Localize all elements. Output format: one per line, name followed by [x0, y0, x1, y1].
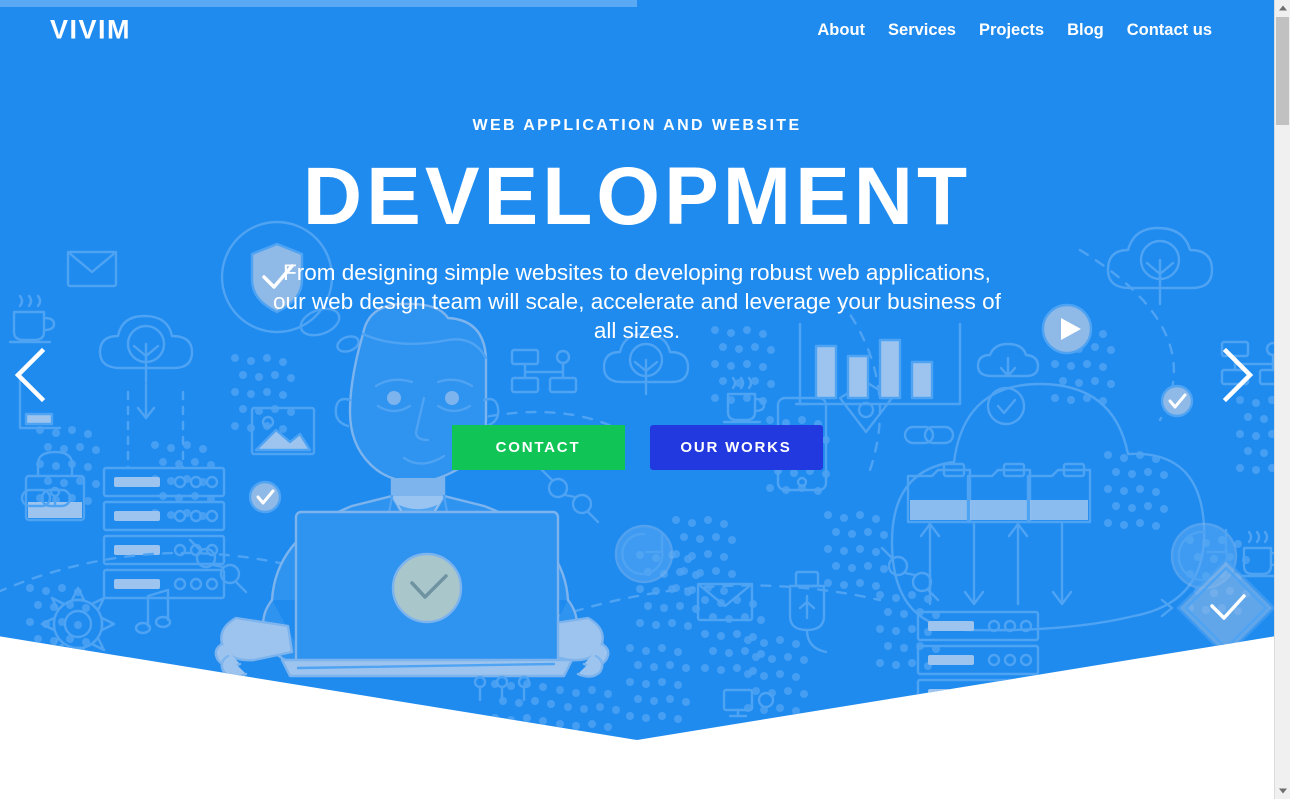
browser-page: VIVIM About Services Projects Blog Conta…	[0, 0, 1290, 799]
chevron-left-icon	[14, 347, 46, 403]
scrollbar-thumb[interactable]	[1276, 17, 1289, 125]
nav-link-services[interactable]: Services	[888, 21, 956, 38]
scroll-up-arrow-icon	[1278, 5, 1287, 11]
nav-link-projects[interactable]: Projects	[979, 21, 1044, 38]
scroll-down-arrow-icon	[1278, 788, 1287, 794]
nav-link-contact-us[interactable]: Contact us	[1127, 21, 1212, 38]
carousel-next-button[interactable]	[1216, 347, 1260, 403]
hero-cta-row: CONTACT OUR WORKS	[0, 425, 1274, 470]
hero-headline: DEVELOPMENT	[302, 151, 972, 242]
chevron-right-icon	[1222, 347, 1254, 403]
hero-subcopy: From designing simple websites to develo…	[273, 260, 1001, 343]
site-logo[interactable]: VIVIM	[50, 16, 131, 43]
carousel-prev-button[interactable]	[8, 347, 52, 403]
contact-button[interactable]: CONTACT	[451, 425, 625, 470]
hero-section: VIVIM About Services Projects Blog Conta…	[0, 0, 1274, 740]
hero-eyebrow: WEB APPLICATION AND WEBSITE	[472, 117, 802, 134]
scrollbar-down-button[interactable]	[1275, 783, 1290, 799]
main-navigation: About Services Projects Blog Contact us	[817, 21, 1212, 38]
page-viewport: VIVIM About Services Projects Blog Conta…	[0, 0, 1274, 799]
vertical-scrollbar[interactable]	[1274, 0, 1290, 799]
nav-link-blog[interactable]: Blog	[1067, 21, 1104, 38]
site-header: VIVIM About Services Projects Blog Conta…	[0, 7, 1274, 52]
page-load-progress-fill	[0, 0, 637, 7]
nav-link-about[interactable]: About	[817, 21, 865, 38]
scrollbar-up-button[interactable]	[1275, 0, 1290, 16]
page-load-progress-bar	[0, 0, 1274, 7]
our-works-button[interactable]: OUR WORKS	[649, 425, 823, 470]
